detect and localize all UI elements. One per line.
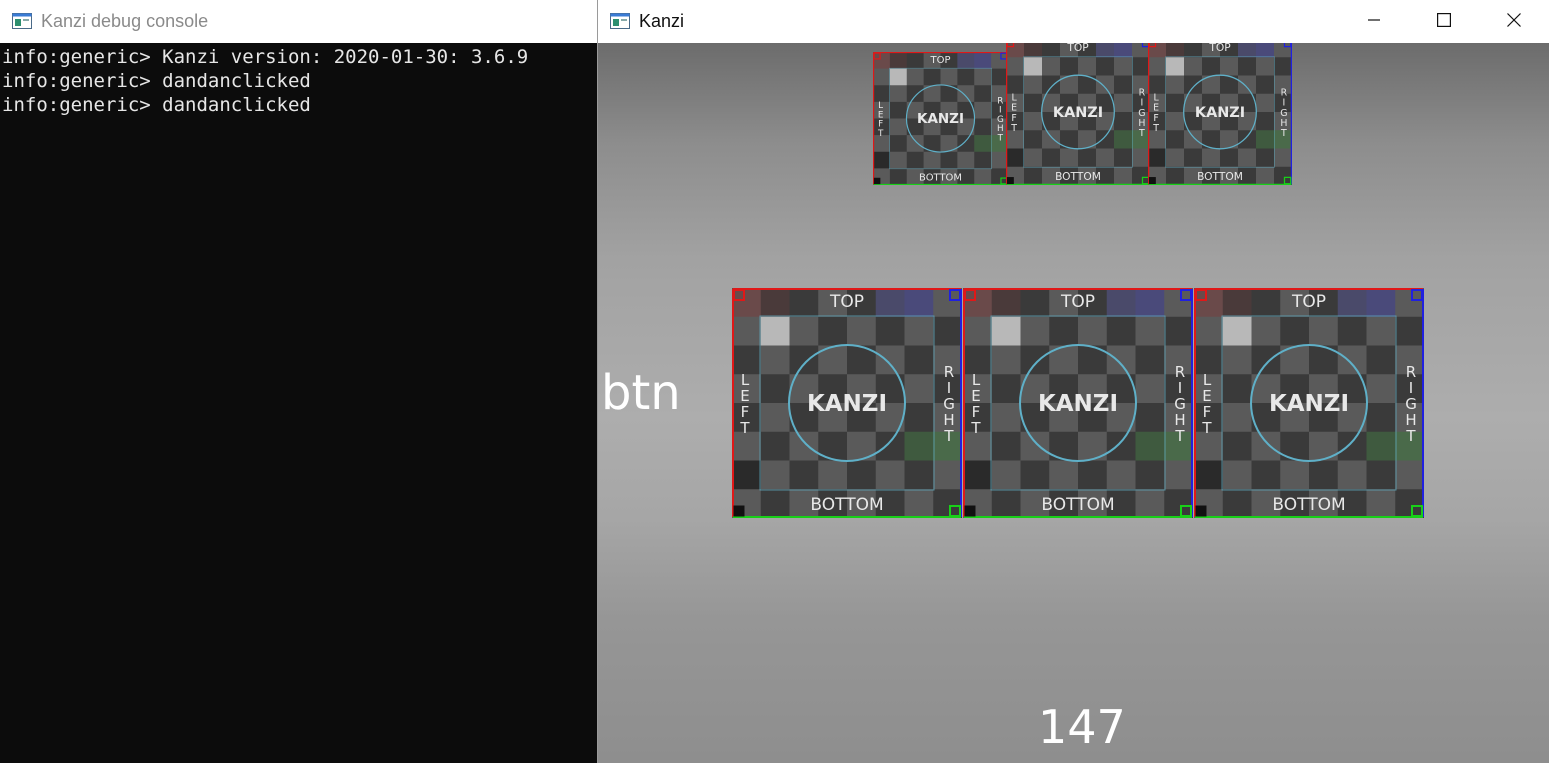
svg-text:T: T bbox=[1280, 128, 1287, 139]
svg-text:T: T bbox=[877, 129, 884, 139]
svg-text:F: F bbox=[1153, 113, 1158, 124]
window-controls bbox=[1339, 0, 1549, 42]
tile-right-label: RIGHT bbox=[1405, 363, 1417, 445]
tile-top-label: TOP bbox=[930, 55, 951, 66]
click-counter: 147 bbox=[1038, 700, 1126, 754]
kanzi-app-icon bbox=[610, 13, 630, 29]
grid-tile-top-3[interactable]: TOP BOTTOM KANZI L E F T R I G H T bbox=[1148, 43, 1292, 185]
kanzi-viewport[interactable]: TOP BOTTOM KANZI L E F T R I G H T TOP BOTTOM KANZI L E… bbox=[598, 43, 1549, 763]
tile-graphic: TOPBOTTOMKANZILEFTRIGHT bbox=[1148, 43, 1292, 185]
grid-tile-1[interactable]: TOP BOTTOM KANZI L E F T R I G H T bbox=[732, 288, 962, 518]
svg-text:T: T bbox=[1010, 123, 1017, 134]
console-app-icon bbox=[12, 13, 32, 29]
svg-text:T: T bbox=[1174, 427, 1185, 445]
svg-text:H: H bbox=[1280, 118, 1287, 129]
kanzi-titlebar[interactable]: Kanzi bbox=[598, 0, 1549, 42]
close-button[interactable] bbox=[1479, 0, 1549, 40]
svg-text:R: R bbox=[1139, 87, 1146, 98]
svg-text:T: T bbox=[1201, 419, 1212, 437]
tile-right-label: RIGHT bbox=[1138, 87, 1146, 139]
svg-text:F: F bbox=[878, 120, 883, 130]
grid-tile-top-1[interactable]: TOP BOTTOM KANZI L E F T R I G H T bbox=[873, 52, 1008, 185]
maximize-button[interactable] bbox=[1409, 0, 1479, 40]
console-titlebar[interactable]: Kanzi debug console bbox=[0, 0, 597, 42]
svg-text:E: E bbox=[878, 110, 884, 120]
tile-graphic: TOP BOTTOM KANZI LEFT RIGHT bbox=[963, 288, 1193, 518]
svg-text:R: R bbox=[1281, 87, 1288, 98]
tile-top-label: TOP bbox=[829, 292, 864, 312]
tile-bottom-label: BOTTOM bbox=[1055, 170, 1101, 183]
svg-text:T: T bbox=[1405, 427, 1416, 445]
tile-top-label: TOP bbox=[1208, 43, 1231, 54]
svg-text:T: T bbox=[970, 419, 981, 437]
svg-text:T: T bbox=[1152, 123, 1159, 134]
svg-text:H: H bbox=[997, 124, 1004, 134]
tile-graphic: TOP BOTTOM KANZI LEFT RIGHT bbox=[732, 288, 962, 518]
tile-right-label: RIGHT bbox=[997, 97, 1004, 144]
maximize-icon bbox=[1437, 13, 1451, 27]
svg-text:G: G bbox=[1138, 108, 1145, 119]
grid-tile-3[interactable]: TOP BOTTOM KANZI L E F T R I G H T bbox=[1194, 288, 1424, 518]
tile-left-label: LEFT bbox=[1010, 93, 1017, 135]
svg-text:T: T bbox=[739, 419, 750, 437]
svg-text:L: L bbox=[878, 101, 883, 111]
svg-text:T: T bbox=[1138, 128, 1145, 139]
kanzi-logo-text: KANZI bbox=[807, 391, 887, 417]
tile-top-label: TOP bbox=[1066, 43, 1089, 54]
svg-text:I: I bbox=[1282, 98, 1285, 109]
tile-graphic: TOP BOTTOM KANZI LEFT RIGHT bbox=[1194, 288, 1424, 518]
svg-text:E: E bbox=[1153, 103, 1159, 114]
grid-tile-top-2[interactable]: TOP BOTTOM KANZI L E F T R I G H T bbox=[1006, 43, 1150, 185]
svg-text:F: F bbox=[1011, 113, 1016, 124]
minimize-icon bbox=[1368, 19, 1380, 21]
svg-text:G: G bbox=[1280, 108, 1287, 119]
svg-text:I: I bbox=[999, 106, 1002, 116]
console-line: info:generic> dandanclicked bbox=[2, 70, 311, 92]
kanzi-window-title: Kanzi bbox=[639, 10, 685, 31]
tile-bottom-label: BOTTOM bbox=[1197, 170, 1243, 183]
minimize-button[interactable] bbox=[1339, 0, 1409, 40]
tile-right-label: RIGHT bbox=[1174, 363, 1186, 445]
tile-bottom-label: BOTTOM bbox=[919, 172, 962, 183]
console-line: info:generic> Kanzi version: 2020-01-30:… bbox=[2, 46, 529, 68]
tile-graphic: TOPBOTTOMKANZILEFTRIGHT bbox=[873, 52, 1008, 185]
console-output[interactable]: info:generic> Kanzi version: 2020-01-30:… bbox=[0, 43, 597, 763]
tile-top-label: TOP bbox=[1060, 292, 1095, 312]
tile-left-label: LEFT bbox=[877, 101, 884, 139]
btn-label[interactable]: btn bbox=[601, 369, 681, 417]
tile-right-label: RIGHT bbox=[1280, 87, 1288, 139]
tile-left-label: LEFT bbox=[1201, 371, 1212, 437]
svg-text:L: L bbox=[1154, 93, 1160, 104]
console-line: info:generic> dandanclicked bbox=[2, 94, 311, 116]
tile-left-label: LEFT bbox=[1152, 93, 1159, 135]
tile-left-label: LEFT bbox=[970, 371, 981, 437]
svg-text:H: H bbox=[1138, 118, 1145, 129]
tile-right-label: RIGHT bbox=[943, 363, 955, 445]
svg-text:T: T bbox=[997, 134, 1004, 144]
svg-text:I: I bbox=[1140, 98, 1143, 109]
tile-bottom-label: BOTTOM bbox=[1041, 495, 1114, 515]
kanzi-logo-text: KANZI bbox=[1053, 105, 1103, 121]
debug-console-window: Kanzi debug console info:generic> Kanzi … bbox=[0, 0, 597, 763]
svg-text:L: L bbox=[1012, 93, 1018, 104]
close-icon bbox=[1507, 13, 1521, 27]
tile-bottom-label: BOTTOM bbox=[810, 495, 883, 515]
tile-bottom-label: BOTTOM bbox=[1272, 495, 1345, 515]
kanzi-logo-text: KANZI bbox=[1269, 391, 1349, 417]
kanzi-logo-text: KANZI bbox=[1195, 105, 1245, 121]
svg-text:R: R bbox=[997, 97, 1003, 107]
tile-left-label: LEFT bbox=[739, 371, 750, 437]
console-window-title: Kanzi debug console bbox=[41, 10, 209, 31]
tile-top-label: TOP bbox=[1291, 292, 1326, 312]
kanzi-window: Kanzi TOP BOTTOM KANZI L E F T R I G H T TOP BOTTOM K… bbox=[598, 0, 1549, 763]
tile-graphic: TOPBOTTOMKANZILEFTRIGHT bbox=[1006, 43, 1150, 185]
svg-text:E: E bbox=[1011, 103, 1017, 114]
svg-text:G: G bbox=[997, 115, 1004, 125]
kanzi-logo-text: KANZI bbox=[917, 112, 964, 127]
grid-tile-2[interactable]: TOP BOTTOM KANZI L E F T R I G H T bbox=[963, 288, 1193, 518]
kanzi-logo-text: KANZI bbox=[1038, 391, 1118, 417]
svg-text:T: T bbox=[943, 427, 954, 445]
